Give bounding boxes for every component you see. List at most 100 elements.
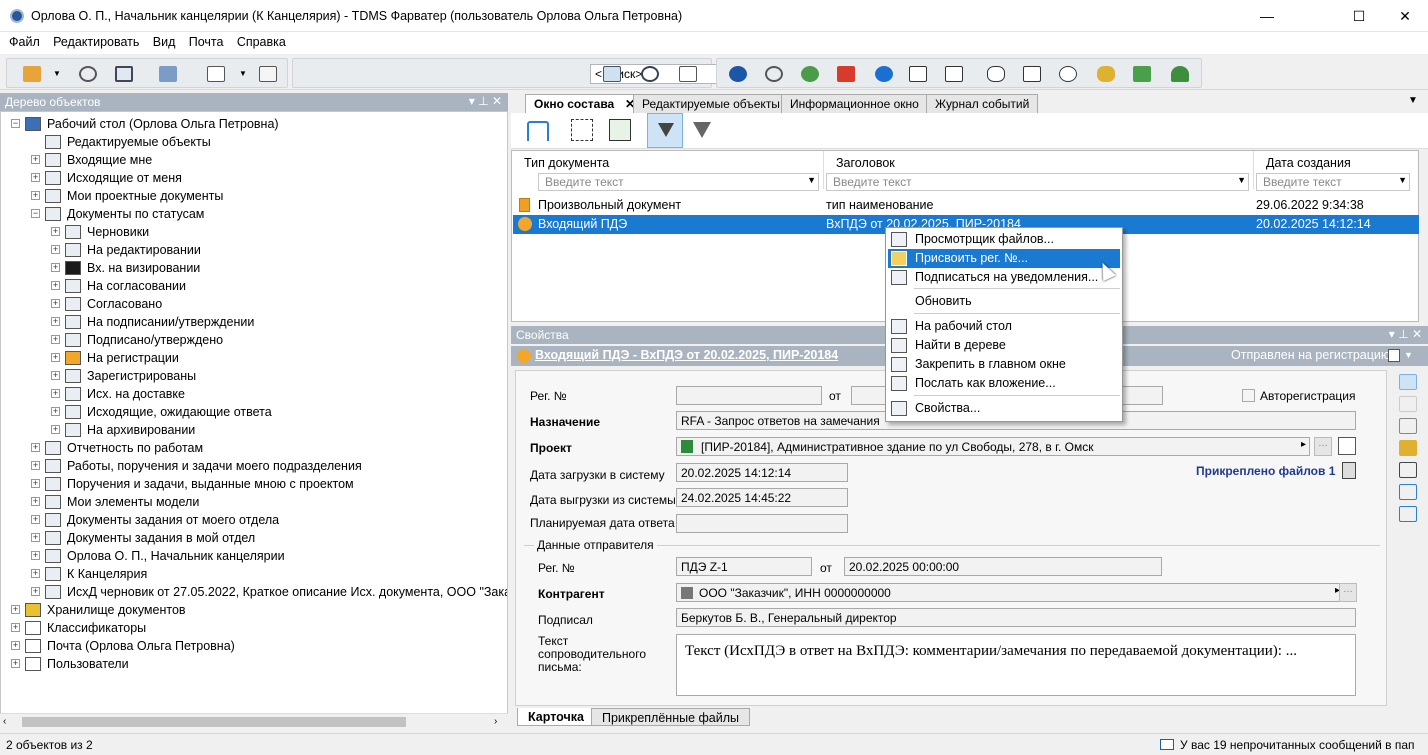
column-doc-type[interactable]: Тип документа Введите текст ▼ xyxy=(512,151,824,191)
excel-export-icon[interactable] xyxy=(609,119,631,141)
filter-settings-icon[interactable] xyxy=(693,122,711,138)
filter-title[interactable]: Введите текст ▼ xyxy=(826,173,1249,191)
structure-icon[interactable] xyxy=(1399,484,1417,500)
tabs-menu-icon[interactable]: ▼ xyxy=(1408,95,1418,106)
expand-icon[interactable]: + xyxy=(51,281,60,290)
expand-icon[interactable]: + xyxy=(51,263,60,272)
user-search-icon[interactable] xyxy=(639,64,661,84)
farvater-logo-icon[interactable] xyxy=(727,64,749,84)
expand-icon[interactable]: + xyxy=(51,227,60,236)
edit-pen-icon[interactable] xyxy=(1399,462,1417,478)
zoom-icon[interactable] xyxy=(1399,396,1417,412)
sender-reg-field[interactable]: ПДЭ Z-1 xyxy=(676,557,812,576)
expand-icon[interactable]: + xyxy=(31,533,40,542)
expand-icon[interactable]: + xyxy=(51,245,60,254)
context-menu-item[interactable]: Присвоить рег. №... xyxy=(888,249,1120,268)
status-unread-messages[interactable]: У вас 19 непрочитанных сообщений в пап xyxy=(1180,738,1415,752)
contractor-browse-button[interactable]: … xyxy=(1339,583,1357,602)
maximize-button[interactable]: ☐ xyxy=(1336,0,1382,32)
minimize-button[interactable]: — xyxy=(1244,0,1290,32)
expand-icon[interactable]: + xyxy=(31,479,40,488)
menu-view[interactable]: Вид xyxy=(148,32,181,49)
column-title[interactable]: Заголовок Введите текст ▼ xyxy=(824,151,1254,191)
context-menu-item[interactable]: Подписаться на уведомления... xyxy=(888,268,1120,287)
expand-icon[interactable]: + xyxy=(31,515,40,524)
bookmark-icon[interactable] xyxy=(907,64,929,84)
object-tree[interactable]: − Рабочий стол (Орлова Ольга Петровна) Ред… xyxy=(0,111,508,714)
expand-icon[interactable]: + xyxy=(31,551,40,560)
tab-editable-objects[interactable]: Редактируемые объекты xyxy=(633,94,789,113)
grid-row[interactable]: Произвольный документ тип наименование 2… xyxy=(513,196,1419,215)
context-menu-item[interactable]: Послать как вложение... xyxy=(888,374,1120,393)
menu-file[interactable]: Файл xyxy=(4,32,45,49)
delete-structure-icon[interactable] xyxy=(835,64,857,84)
filter-doc-type[interactable]: Введите текст ▼ xyxy=(538,173,819,191)
collapse-icon[interactable]: − xyxy=(31,209,40,218)
download-date-field[interactable]: 24.02.2025 14:45:22 xyxy=(676,488,848,507)
scroll-thumb[interactable] xyxy=(22,717,406,727)
expand-icon[interactable]: + xyxy=(31,461,40,470)
user-settings-icon[interactable] xyxy=(1095,64,1117,84)
context-menu-item[interactable]: Просмотрщик файлов... xyxy=(888,230,1120,249)
expand-icon[interactable]: + xyxy=(51,299,60,308)
menu-mail[interactable]: Почта xyxy=(184,32,229,49)
planned-date-field[interactable] xyxy=(676,514,848,533)
tab-composition[interactable]: Окно состава ✕ xyxy=(525,94,641,113)
user-profile-icon[interactable] xyxy=(1169,64,1191,84)
tab-info-window[interactable]: Информационное окно xyxy=(781,94,928,113)
card-view-icon[interactable] xyxy=(1399,374,1417,390)
expand-icon[interactable]: + xyxy=(31,155,40,164)
expand-icon[interactable]: + xyxy=(51,371,60,380)
expand-icon[interactable]: + xyxy=(11,641,20,650)
mail-dropdown-icon[interactable]: ▼ xyxy=(239,69,247,78)
info-icon[interactable] xyxy=(873,64,895,84)
attached-files-link[interactable]: Прикреплено файлов 1 xyxy=(1196,464,1335,478)
object-title[interactable]: Входящий ПДЭ - ВхПДЭ от 20.02.2025, ПИР-… xyxy=(535,348,838,362)
mail-edit-icon[interactable] xyxy=(205,64,227,84)
project-find-icon[interactable] xyxy=(1338,437,1356,455)
scroll-left-icon[interactable]: ‹ xyxy=(3,716,6,727)
expand-icon[interactable]: + xyxy=(51,317,60,326)
comment-icon[interactable] xyxy=(985,64,1007,84)
reg-no-field[interactable] xyxy=(676,386,822,405)
expand-icon[interactable]: + xyxy=(11,659,20,668)
signed-field[interactable]: Беркутов Б. В., Генеральный директор xyxy=(676,608,1356,627)
status-dropdown-icon[interactable]: ▼ xyxy=(1404,350,1413,360)
expand-icon[interactable] xyxy=(31,137,40,146)
page-up-icon[interactable] xyxy=(943,64,965,84)
link-icon[interactable] xyxy=(1399,418,1417,434)
context-menu-item[interactable]: Обновить xyxy=(888,292,1120,311)
expand-icon[interactable]: + xyxy=(51,389,60,398)
key-icon[interactable] xyxy=(1399,440,1417,456)
tab-event-log[interactable]: Журнал событий xyxy=(926,94,1039,113)
filter-button[interactable] xyxy=(647,113,683,148)
filter-dropdown-icon[interactable]: ▼ xyxy=(1237,175,1246,185)
upload-date-field[interactable]: 20.02.2025 14:12:14 xyxy=(676,463,848,482)
expand-icon[interactable]: + xyxy=(31,569,40,578)
column-created[interactable]: Дата создания Введите текст ▼ xyxy=(1254,151,1420,191)
reload-icon[interactable] xyxy=(763,64,785,84)
hierarchy-icon[interactable] xyxy=(1131,64,1153,84)
attached-files-icon[interactable] xyxy=(1342,462,1356,479)
context-menu-item[interactable]: Свойства... xyxy=(888,399,1120,418)
expand-icon[interactable]: + xyxy=(51,353,60,362)
tree-panel-controls[interactable]: ▾ ⊥ ✕ xyxy=(469,94,502,108)
settings-icon[interactable] xyxy=(1399,506,1417,522)
mail-search-icon[interactable] xyxy=(677,64,699,84)
expand-icon[interactable]: + xyxy=(31,497,40,506)
properties-panel-controls[interactable]: ▾ ⊥ ✕ xyxy=(1389,327,1422,341)
tree-horizontal-scrollbar[interactable]: ‹ › xyxy=(0,713,508,729)
project-field[interactable]: [ПИР-20184], Административное здание по … xyxy=(676,437,1310,456)
new-object-icon[interactable] xyxy=(21,64,43,84)
scroll-right-icon[interactable]: › xyxy=(494,716,497,727)
contractor-field[interactable]: ООО "Заказчик", ИНН 0000000000 ▸ xyxy=(676,583,1344,602)
menu-edit[interactable]: Редактировать xyxy=(48,32,144,49)
expand-icon[interactable]: + xyxy=(51,425,60,434)
expand-icon[interactable]: + xyxy=(31,443,40,452)
filter-created[interactable]: Введите текст ▼ xyxy=(1256,173,1410,191)
envelope-icon[interactable] xyxy=(1021,64,1043,84)
expand-icon[interactable]: + xyxy=(51,407,60,416)
tree-find-icon[interactable] xyxy=(571,119,593,141)
context-menu-item[interactable]: Найти в дереве xyxy=(888,336,1120,355)
menu-help[interactable]: Справка xyxy=(232,32,291,49)
